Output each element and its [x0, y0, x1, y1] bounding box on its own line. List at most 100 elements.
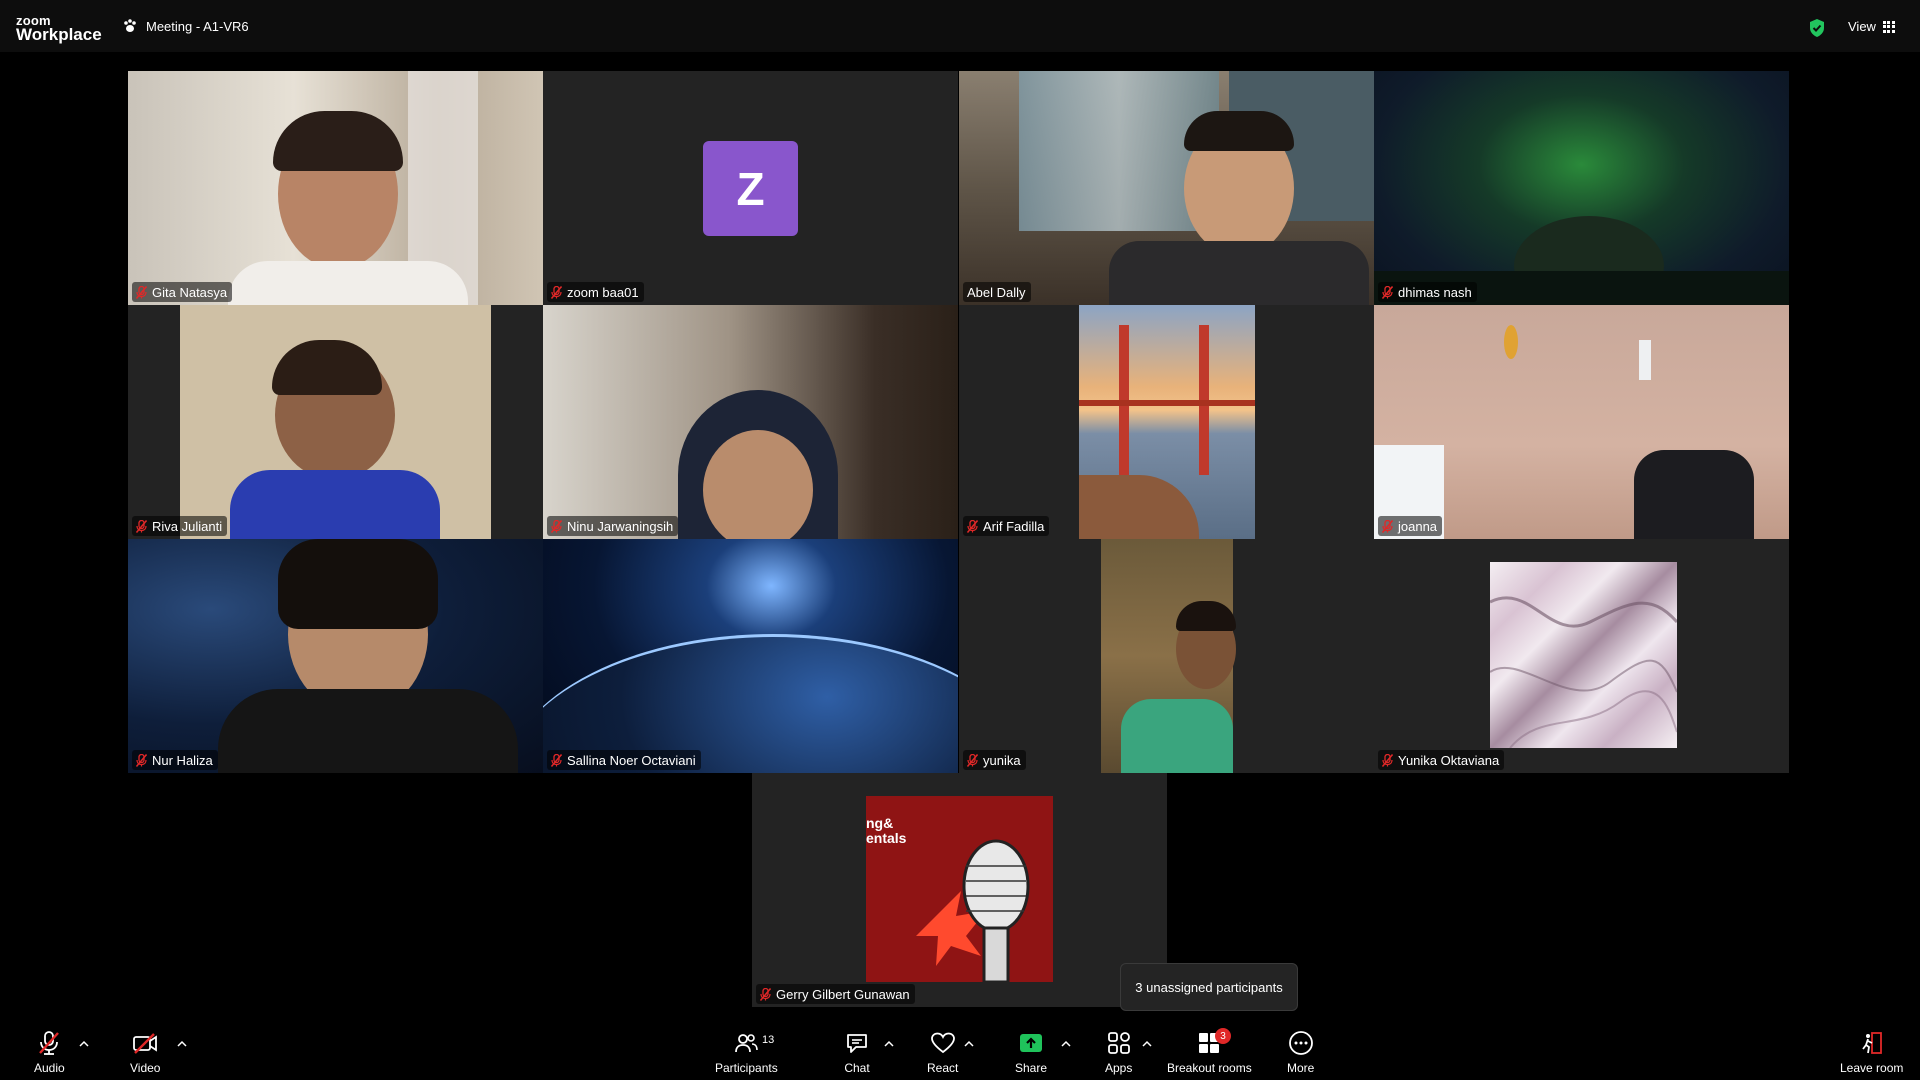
earth-background	[543, 539, 958, 773]
react-options-caret[interactable]	[964, 1040, 974, 1048]
mic-muted-icon	[551, 754, 562, 767]
video-tile-joanna[interactable]: joanna	[1374, 305, 1789, 539]
encryption-shield-icon[interactable]	[1808, 18, 1826, 38]
mic-muted-icon	[1382, 754, 1393, 767]
grid-view-icon	[1882, 20, 1895, 33]
mic-muted-icon	[1382, 520, 1393, 533]
apps-icon	[1107, 1032, 1130, 1054]
apps-options-caret[interactable]	[1142, 1040, 1152, 1048]
video-tile-yunika[interactable]: yunika	[959, 539, 1374, 773]
chat-options-caret[interactable]	[884, 1040, 894, 1048]
leave-room-button[interactable]: Leave room	[1840, 1030, 1903, 1075]
camera-feed	[543, 305, 958, 539]
chat-label: Chat	[844, 1061, 870, 1075]
participant-name-tag: yunika	[963, 750, 1026, 770]
leave-room-icon	[1861, 1032, 1882, 1054]
participant-name-tag: Nur Haliza	[132, 750, 218, 770]
more-label: More	[1287, 1061, 1315, 1075]
camera-feed	[1374, 305, 1789, 539]
participant-name: Riva Julianti	[152, 518, 223, 534]
breakout-rooms-button[interactable]: Breakout rooms	[1167, 1030, 1252, 1075]
participant-name: Gita Natasya	[152, 284, 228, 300]
mic-muted-icon	[1382, 286, 1393, 299]
mic-muted-icon	[760, 988, 771, 1001]
top-bar: zoom Workplace Meeting - A1-VR6 View	[0, 0, 1920, 52]
video-options-caret[interactable]	[177, 1040, 187, 1048]
participant-name: Gerry Gilbert Gunawan	[776, 986, 910, 1002]
podcast-image: ng& entals	[866, 796, 1053, 982]
paw-icon	[124, 19, 136, 32]
marble-pattern	[1490, 596, 1677, 748]
chat-button[interactable]: Chat	[844, 1030, 870, 1075]
camera-feed	[1101, 539, 1236, 773]
participant-name-tag: zoom baa01	[547, 282, 644, 302]
chat-icon	[847, 1034, 867, 1053]
video-tile-yunika-oktaviana[interactable]: Yunika Oktaviana	[1374, 539, 1789, 773]
audio-options-caret[interactable]	[79, 1040, 89, 1048]
video-tile-nur-haliza[interactable]: Nur Haliza	[128, 539, 543, 773]
video-tile-gerry-gilbert-gunawan[interactable]: ng& entals Gerry Gilbert Gunawan	[752, 773, 1167, 1007]
meeting-info[interactable]: Meeting - A1-VR6	[122, 18, 249, 34]
participant-name-tag: Arif Fadilla	[963, 516, 1050, 536]
participant-name-tag: Gita Natasya	[132, 282, 233, 302]
participant-name: Nur Haliza	[152, 752, 213, 768]
apps-label: Apps	[1105, 1061, 1133, 1075]
video-tile-abel-dally[interactable]: Abel Dally	[959, 71, 1374, 305]
heart-icon	[930, 1032, 955, 1054]
audio-button[interactable]: Audio	[34, 1030, 65, 1075]
participant-name: Arif Fadilla	[983, 518, 1045, 534]
breakout-tooltip: 3 unassigned participants	[1120, 963, 1298, 1011]
share-label: Share	[1015, 1061, 1048, 1075]
react-label: React	[927, 1061, 959, 1075]
microphone-icon	[916, 839, 1030, 982]
react-button[interactable]: React	[927, 1030, 958, 1075]
share-options-caret[interactable]	[1061, 1040, 1071, 1048]
logo-bottom-text: Workplace	[16, 25, 102, 44]
participant-name-tag: Yunika Oktaviana	[1378, 750, 1505, 770]
video-tile-riva-julianti[interactable]: Riva Julianti	[128, 305, 543, 539]
video-tile-zoom-baa01[interactable]: Z zoom baa01	[543, 71, 958, 305]
apps-button[interactable]: Apps	[1105, 1030, 1132, 1075]
participant-name: Sallina Noer Octaviani	[567, 752, 696, 768]
audio-label: Audio	[34, 1061, 65, 1075]
participant-name: Yunika Oktaviana	[1398, 752, 1500, 768]
participants-icon	[735, 1034, 759, 1053]
participant-name-tag: Riva Julianti	[132, 516, 228, 536]
more-icon	[1288, 1031, 1313, 1055]
camera-off-icon	[133, 1033, 158, 1054]
participant-name-tag: Gerry Gilbert Gunawan	[756, 984, 915, 1004]
avatar: Z	[703, 141, 798, 236]
participants-label: Participants	[715, 1061, 778, 1075]
participant-name-tag: dhimas nash	[1378, 282, 1477, 302]
mic-muted-icon	[136, 520, 147, 533]
video-button[interactable]: Video	[130, 1030, 160, 1075]
more-button[interactable]: More	[1287, 1030, 1314, 1075]
view-button[interactable]: View	[1848, 19, 1895, 34]
leave-room-label: Leave room	[1840, 1061, 1904, 1075]
microphone-muted-icon	[39, 1031, 60, 1055]
participant-name: yunika	[983, 752, 1021, 768]
video-tile-dhimas-nash[interactable]: dhimas nash	[1374, 71, 1789, 305]
zoom-logo: zoom Workplace	[16, 14, 102, 43]
participant-name-tag: joanna	[1378, 516, 1443, 536]
participant-name-tag: Abel Dally	[963, 282, 1031, 302]
share-screen-icon	[1020, 1034, 1043, 1052]
view-label: View	[1848, 19, 1876, 34]
camera-feed	[180, 305, 491, 539]
marble-image	[1490, 562, 1677, 748]
participants-count: 13	[762, 1034, 775, 1046]
video-tile-ninu-jarwaningsih[interactable]: Ninu Jarwaningsih	[543, 305, 958, 539]
mic-muted-icon	[967, 754, 978, 767]
participant-name: dhimas nash	[1398, 284, 1472, 300]
camera-feed	[128, 71, 543, 305]
mic-muted-icon	[551, 520, 562, 533]
video-tile-sallina-noer-octaviani[interactable]: Sallina Noer Octaviani	[543, 539, 958, 773]
participant-name: joanna	[1398, 518, 1438, 534]
video-tile-arif-fadilla[interactable]: Arif Fadilla	[959, 305, 1374, 539]
participant-name: zoom baa01	[567, 284, 639, 300]
participant-name-tag: Ninu Jarwaningsih	[547, 516, 679, 536]
video-tile-gita-natasya[interactable]: Gita Natasya	[128, 71, 543, 305]
mic-muted-icon	[551, 286, 562, 299]
meeting-toolbar: Audio Video Participants 13 Chat React S…	[0, 1022, 1920, 1080]
share-button[interactable]: Share	[1015, 1030, 1047, 1075]
